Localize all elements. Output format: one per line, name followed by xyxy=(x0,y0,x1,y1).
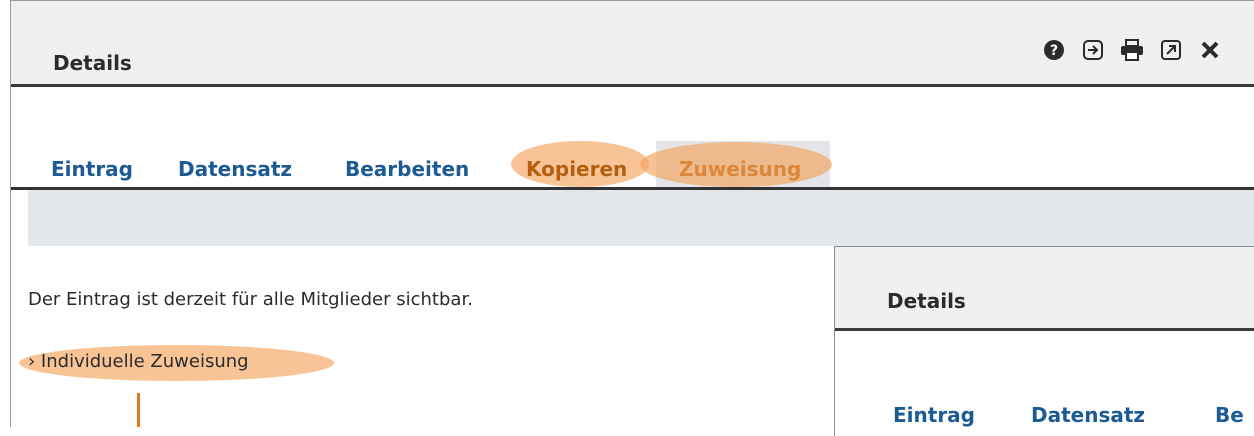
window-titlebar: Details ? xyxy=(11,1,1254,87)
individual-assignment-link[interactable]: › Individuelle Zuweisung xyxy=(28,351,249,372)
panel-header: Details xyxy=(835,247,1254,331)
tab-bearbeiten[interactable]: Bearbeiten xyxy=(345,141,469,187)
tab-bar: Eintrag Datensatz Bearbeiten Zuweisung K… xyxy=(11,141,1254,190)
panel-tab-datensatz[interactable]: Datensatz xyxy=(1031,403,1145,427)
tab-eintrag[interactable]: Eintrag xyxy=(51,141,133,187)
tab-zuweisung[interactable]: Zuweisung xyxy=(656,141,830,187)
visibility-status-text: Der Eintrag ist derzeit für alle Mitglie… xyxy=(28,289,473,310)
help-icon[interactable]: ? xyxy=(1041,37,1067,63)
panel-tab-be[interactable]: Be xyxy=(1215,403,1244,427)
window-toolbar: ? xyxy=(1041,35,1223,65)
tab-kopieren[interactable]: Kopieren xyxy=(526,141,627,187)
connector-line xyxy=(137,393,140,427)
exit-icon[interactable] xyxy=(1080,37,1106,63)
overlay-details-panel: Details Eintrag Datensatz Be xyxy=(834,246,1254,436)
panel-tab-eintrag[interactable]: Eintrag xyxy=(893,403,975,427)
open-external-icon[interactable] xyxy=(1158,37,1184,63)
tab-datensatz[interactable]: Datensatz xyxy=(178,141,292,187)
window-title: Details xyxy=(53,51,132,75)
close-icon[interactable] xyxy=(1197,37,1223,63)
toolbar-band xyxy=(28,190,1254,246)
svg-text:?: ? xyxy=(1050,43,1058,59)
print-icon[interactable] xyxy=(1119,37,1145,63)
panel-title: Details xyxy=(887,289,966,313)
